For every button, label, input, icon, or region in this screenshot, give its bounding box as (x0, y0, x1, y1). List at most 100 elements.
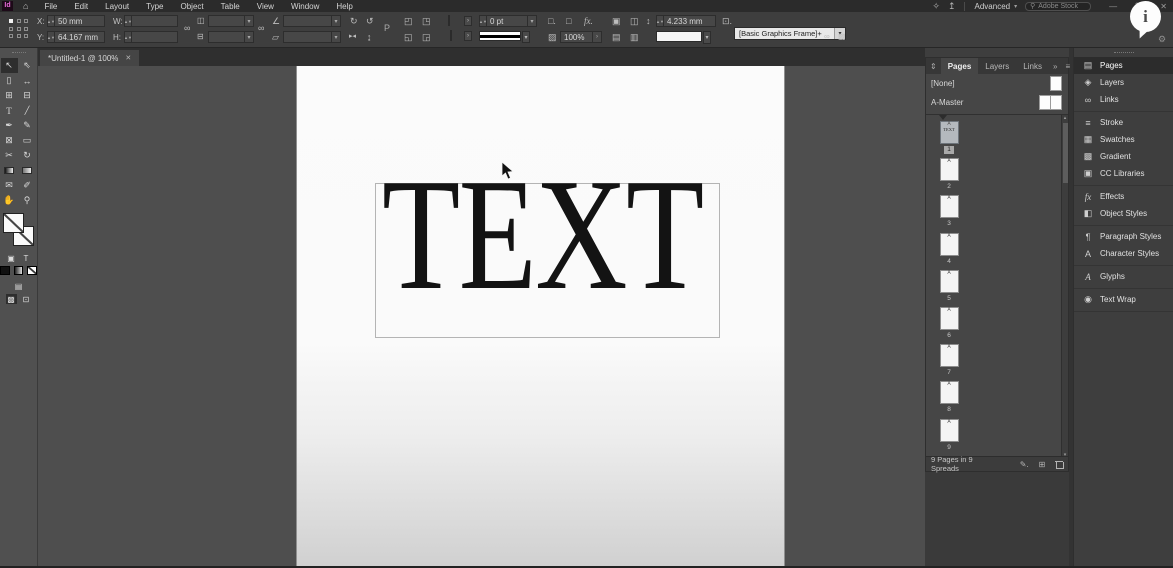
pen-tool[interactable]: ✒ (1, 118, 18, 133)
dock-item-character-styles[interactable]: A Character Styles (1074, 245, 1173, 262)
chevron-down-icon[interactable]: ▾ (331, 16, 340, 26)
window-minimize-button[interactable]: — (1109, 2, 1117, 11)
dock-item-text-wrap[interactable]: ◉ Text Wrap (1074, 291, 1173, 308)
document-canvas[interactable]: TEXT (38, 66, 925, 568)
publish-icon[interactable]: ↥ (948, 1, 956, 12)
opacity-field[interactable]: 100% › (560, 31, 602, 43)
window-close-button[interactable]: ✕ (1160, 2, 1167, 11)
page-row[interactable]: A3 (934, 195, 964, 228)
dock-item-layers[interactable]: ◈ Layers (1074, 74, 1173, 91)
gradient-feather-tool[interactable] (19, 163, 36, 178)
tips-icon[interactable]: ✧ (932, 1, 940, 12)
menu-layout[interactable]: Layout (99, 1, 135, 12)
fit-proportional-icon[interactable]: ◲ (422, 32, 431, 42)
page-row[interactable]: A7 (934, 344, 964, 377)
apply-gradient-button[interactable] (13, 266, 24, 275)
chevron-down-icon[interactable]: ▾ (522, 31, 530, 43)
gap-tool[interactable]: ↔ (19, 73, 36, 88)
link-style-icon[interactable]: ∞ (824, 32, 830, 42)
menu-window[interactable]: Window (285, 1, 325, 12)
dock-item-stroke[interactable]: ≡ Stroke (1074, 114, 1173, 131)
stepper-icon[interactable]: ▲▼ (479, 16, 487, 26)
dock-item-effects[interactable]: fx Effects (1074, 188, 1173, 205)
scale-x-field[interactable]: ▾ (208, 15, 254, 27)
flip-horizontal-icon[interactable]: ▸◂ (349, 32, 356, 42)
y-position-field[interactable]: ▲▼ 64.167 mm (47, 31, 105, 43)
rotation-angle-field[interactable]: ▾ (283, 15, 341, 27)
gear-icon[interactable]: ⚙ (1158, 34, 1166, 45)
scissors-tool[interactable]: ✂ (1, 148, 18, 163)
new-page-icon[interactable]: ⊞ (1039, 460, 1046, 469)
screen-mode-preview-button[interactable]: ⊡ (21, 294, 32, 304)
frame-tool[interactable]: ⊠ (1, 133, 18, 148)
panel-grip[interactable] (11, 52, 26, 54)
master-none-thumbnail[interactable] (1050, 76, 1062, 91)
page-thumbnail-5[interactable]: A (939, 269, 959, 293)
menu-file[interactable]: File (38, 1, 63, 12)
tab-pages[interactable]: Pages (940, 58, 979, 74)
wrap-jump-icon[interactable]: ▥ (630, 32, 639, 42)
content-collector-tool[interactable]: ⊞ (1, 88, 18, 103)
page-thumbnail-4[interactable]: A (939, 232, 959, 256)
home-icon[interactable]: ⌂ (23, 1, 28, 11)
transparency-icon[interactable]: ▨ (548, 32, 557, 42)
select-content-icon[interactable]: P (384, 23, 390, 33)
page-row[interactable]: A6 (934, 307, 964, 340)
dock-item-object-styles[interactable]: ◧ Object Styles (1074, 205, 1173, 222)
pages-scrollbar[interactable]: ▴ ▾ (1061, 115, 1068, 458)
menu-view[interactable]: View (251, 1, 280, 12)
page-thumbnail-3[interactable]: A (939, 195, 959, 219)
rotate-cw-icon[interactable]: ↻ (350, 16, 358, 26)
close-icon[interactable]: ✕ (125, 54, 131, 62)
stepper-icon[interactable]: ▲▼ (124, 32, 132, 42)
stroke-color-menu-button[interactable]: › (464, 16, 472, 26)
reference-point-proxy[interactable] (9, 19, 30, 40)
note-tool[interactable]: ✉ (1, 178, 18, 193)
tab-links[interactable]: Links (1016, 58, 1049, 74)
clear-overrides-icon[interactable]: ▨ (838, 32, 846, 42)
page-row[interactable]: A5 (934, 269, 964, 303)
fit-content-icon[interactable]: ◳ (422, 16, 431, 26)
effects-icon[interactable]: fx. (584, 16, 593, 26)
wrap-off-icon[interactable]: ▣ (612, 16, 621, 26)
dock-grip[interactable] (1113, 52, 1134, 53)
collapse-icons-icon[interactable]: » (1049, 62, 1061, 71)
gradient-swatch-tool[interactable] (1, 163, 18, 178)
canvas-text[interactable]: TEXT (382, 154, 704, 314)
line-tool[interactable]: ╱ (19, 103, 36, 118)
page-tool[interactable]: ▯ (1, 73, 18, 88)
pencil-tool[interactable]: ✎ (19, 118, 36, 133)
wrap-shape-icon[interactable]: ▤ (612, 32, 621, 42)
height-field[interactable]: ▲▼ (124, 31, 178, 43)
menu-table[interactable]: Table (215, 1, 246, 12)
chevron-down-icon[interactable]: ▾ (244, 16, 253, 26)
workspace-switcher[interactable]: Advanced ▾ (963, 1, 1017, 11)
content-placer-tool[interactable]: ⊟ (19, 88, 36, 103)
width-field[interactable]: ▲▼ (124, 15, 178, 27)
rotate-ccw-icon[interactable]: ↺ (366, 16, 374, 26)
dock-item-gradient[interactable]: ▩ Gradient (1074, 148, 1173, 165)
edit-page-size-icon[interactable]: ✎. (1020, 460, 1029, 469)
scrollbar-thumb[interactable] (1063, 123, 1068, 183)
stepper-icon[interactable]: ▲▼ (656, 16, 664, 26)
shear-angle-field[interactable]: ▾ (283, 31, 341, 43)
page-row[interactable]: A8 (934, 381, 964, 414)
scroll-up-icon[interactable]: ▴ (1062, 115, 1068, 121)
formatting-text-icon[interactable]: T (21, 253, 32, 263)
direct-selection-tool[interactable]: ⇖ (19, 58, 36, 73)
fill-swatch-dropdown[interactable]: ▾ (656, 31, 711, 44)
menu-object[interactable]: Object (175, 1, 210, 12)
flip-vertical-icon[interactable]: ↨ (367, 32, 372, 42)
free-transform-tool[interactable]: ↻ (19, 148, 36, 163)
fit-frame-icon[interactable]: ◰ (404, 16, 413, 26)
video-info-overlay[interactable]: i (1130, 1, 1161, 32)
scale-y-field[interactable]: ▾ (208, 31, 254, 43)
apply-none-button[interactable] (27, 266, 38, 275)
type-tool[interactable]: T (1, 103, 18, 118)
menu-help[interactable]: Help (330, 1, 358, 12)
dock-item-links[interactable]: ∞ Links (1074, 91, 1173, 108)
delete-page-icon[interactable] (1055, 460, 1064, 469)
dock-item-glyphs[interactable]: A Glyphs (1074, 268, 1173, 285)
view-options-icon[interactable]: ▤ (13, 281, 24, 291)
menu-edit[interactable]: Edit (68, 1, 94, 12)
